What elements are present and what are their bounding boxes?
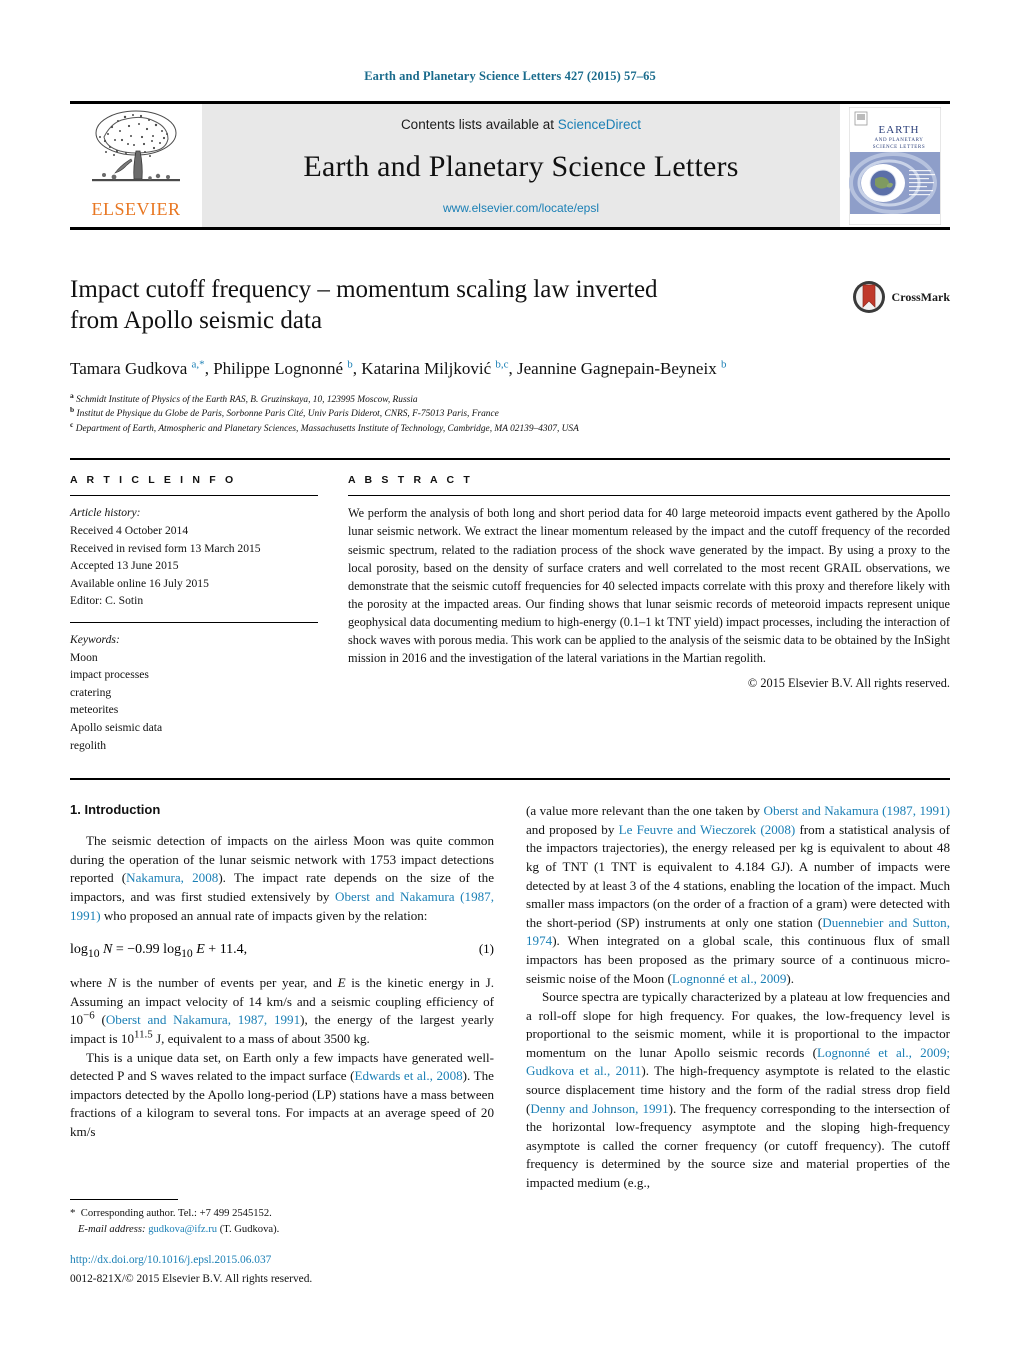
history-item: Accepted 13 June 2015	[70, 559, 179, 573]
affiliation-list: a Schmidt Institute of Physics of the Ea…	[70, 390, 950, 437]
abstract-heading: A B S T R A C T	[348, 474, 473, 487]
svg-text:EARTH: EARTH	[878, 124, 919, 136]
equation-1: log10 N = −0.99 log10 E + 11.4, (1)	[70, 941, 494, 960]
article-history-label: Article history:	[70, 506, 141, 520]
running-head: Earth and Planetary Science Letters 427 …	[364, 69, 656, 83]
history-item: Received 4 October 2014	[70, 523, 189, 537]
paragraph: Source spectra are typically characteriz…	[526, 989, 950, 1190]
contents-prefix: Contents lists available at	[400, 117, 558, 132]
article-info-column: A R T I C L E I N F O Article history: R…	[70, 474, 318, 754]
divider-above-info	[70, 458, 950, 461]
keyword-item: regolith	[70, 738, 107, 752]
doi-link[interactable]: http://dx.doi.org/10.1016/j.epsl.2015.06…	[70, 1253, 494, 1269]
crossmark-badge[interactable]: CrossMark	[852, 280, 950, 314]
masthead-center: Contents lists available at ScienceDirec…	[202, 104, 840, 227]
doi-block: http://dx.doi.org/10.1016/j.epsl.2015.06…	[70, 1253, 494, 1288]
paper-page: Earth and Planetary Science Letters 427 …	[0, 0, 1020, 1351]
equation-number: (1)	[478, 941, 494, 957]
affiliation-item: c Department of Earth, Atmospheric and P…	[70, 419, 579, 434]
divider-above-body	[70, 778, 950, 781]
body-column-left: 1. Introduction The seismic detection of…	[70, 802, 494, 1288]
journal-cover-image: EARTH AND PLANETARY SCIENCE LETTERS	[849, 106, 941, 225]
corresponding-author-note: * Corresponding author. Tel.: +7 499 254…	[70, 1207, 272, 1220]
elsevier-logo: ELSEVIER	[70, 104, 202, 227]
abstract-copyright: © 2015 Elsevier B.V. All rights reserved…	[747, 675, 950, 690]
journal-cover-thumbnail: EARTH AND PLANETARY SCIENCE LETTERS	[840, 104, 950, 227]
keyword-item: Apollo seismic data	[70, 721, 163, 735]
article-info-rule	[70, 495, 318, 497]
contents-available-line: Contents lists available at ScienceDirec…	[401, 117, 641, 132]
footnote-zone: * Corresponding author. Tel.: +7 499 254…	[70, 1199, 494, 1288]
keyword-item: Moon	[70, 650, 98, 664]
elsevier-tree-icon	[92, 110, 180, 182]
email-note: E-mail address: gudkova@ifz.ru (T. Gudko…	[70, 1222, 494, 1237]
article-info-heading: A R T I C L E I N F O	[70, 474, 237, 487]
author-list: Tamara Gudkova a,*, Philippe Lognonné b,…	[70, 358, 727, 378]
abstract-rule	[348, 495, 950, 497]
affiliation-item: b Institut de Physique du Globe de Paris…	[70, 405, 499, 420]
affiliation-item: a Schmidt Institute of Physics of the Ea…	[70, 390, 418, 405]
journal-masthead: ELSEVIER Contents lists available at Sci…	[70, 101, 950, 230]
keywords-block: Keywords: Moon impact processes craterin…	[70, 631, 318, 754]
keywords-label: Keywords:	[70, 633, 120, 647]
equation-body: log10 N = −0.99 log10 E + 11.4,	[70, 942, 248, 960]
article-info-separator	[70, 622, 318, 624]
svg-text:AND PLANETARY: AND PLANETARY	[875, 138, 924, 143]
email-suffix: (T. Gudkova).	[219, 1224, 280, 1235]
email-label: E-mail address:	[77, 1224, 146, 1235]
abstract-column: A B S T R A C T We perform the analysis …	[348, 474, 950, 754]
article-history-block: Article history: Received 4 October 2014…	[70, 504, 318, 610]
info-abstract-row: A R T I C L E I N F O Article history: R…	[70, 474, 950, 754]
crossmark-label: CrossMark	[891, 289, 950, 304]
section-heading-introduction: 1. Introduction	[70, 802, 161, 818]
paragraph: The seismic detection of impacts on the …	[70, 833, 495, 923]
keyword-item: cratering	[70, 685, 112, 699]
paragraph: This is a unique data set, on Earth only…	[70, 1049, 494, 1139]
svg-text:SCIENCE LETTERS: SCIENCE LETTERS	[873, 145, 925, 150]
history-item: Available online 16 July 2015	[70, 576, 209, 590]
journal-url-link[interactable]: www.elsevier.com/locate/epsl	[443, 201, 599, 215]
footnote-rule	[70, 1199, 178, 1201]
keyword-item: meteorites	[70, 703, 119, 717]
title-block: CrossMark Impact cutoff frequency – mome…	[70, 274, 950, 436]
elsevier-wordmark: ELSEVIER	[91, 199, 181, 219]
history-item: Received in revised form 13 March 2015	[70, 541, 261, 555]
page-title: Impact cutoff frequency – momentum scali…	[70, 276, 658, 334]
keyword-item: impact processes	[70, 668, 149, 682]
email-link[interactable]: gudkova@ifz.ru	[148, 1224, 217, 1235]
journal-title: Earth and Planetary Science Letters	[303, 149, 739, 183]
sciencedirect-link[interactable]: ScienceDirect	[558, 117, 641, 132]
abstract-text: We perform the analysis of both long and…	[348, 506, 950, 665]
issn-copyright-line: 0012-821X/© 2015 Elsevier B.V. All right…	[70, 1273, 313, 1286]
body-columns: 1. Introduction The seismic detection of…	[70, 802, 950, 1288]
crossmark-icon	[852, 281, 885, 313]
history-item: Editor: C. Sotin	[70, 594, 144, 608]
paragraph: (a value more relevant than the one take…	[526, 803, 950, 986]
body-column-right: (a value more relevant than the one take…	[526, 802, 950, 1288]
paragraph: where N is the number of events per year…	[70, 975, 495, 1046]
